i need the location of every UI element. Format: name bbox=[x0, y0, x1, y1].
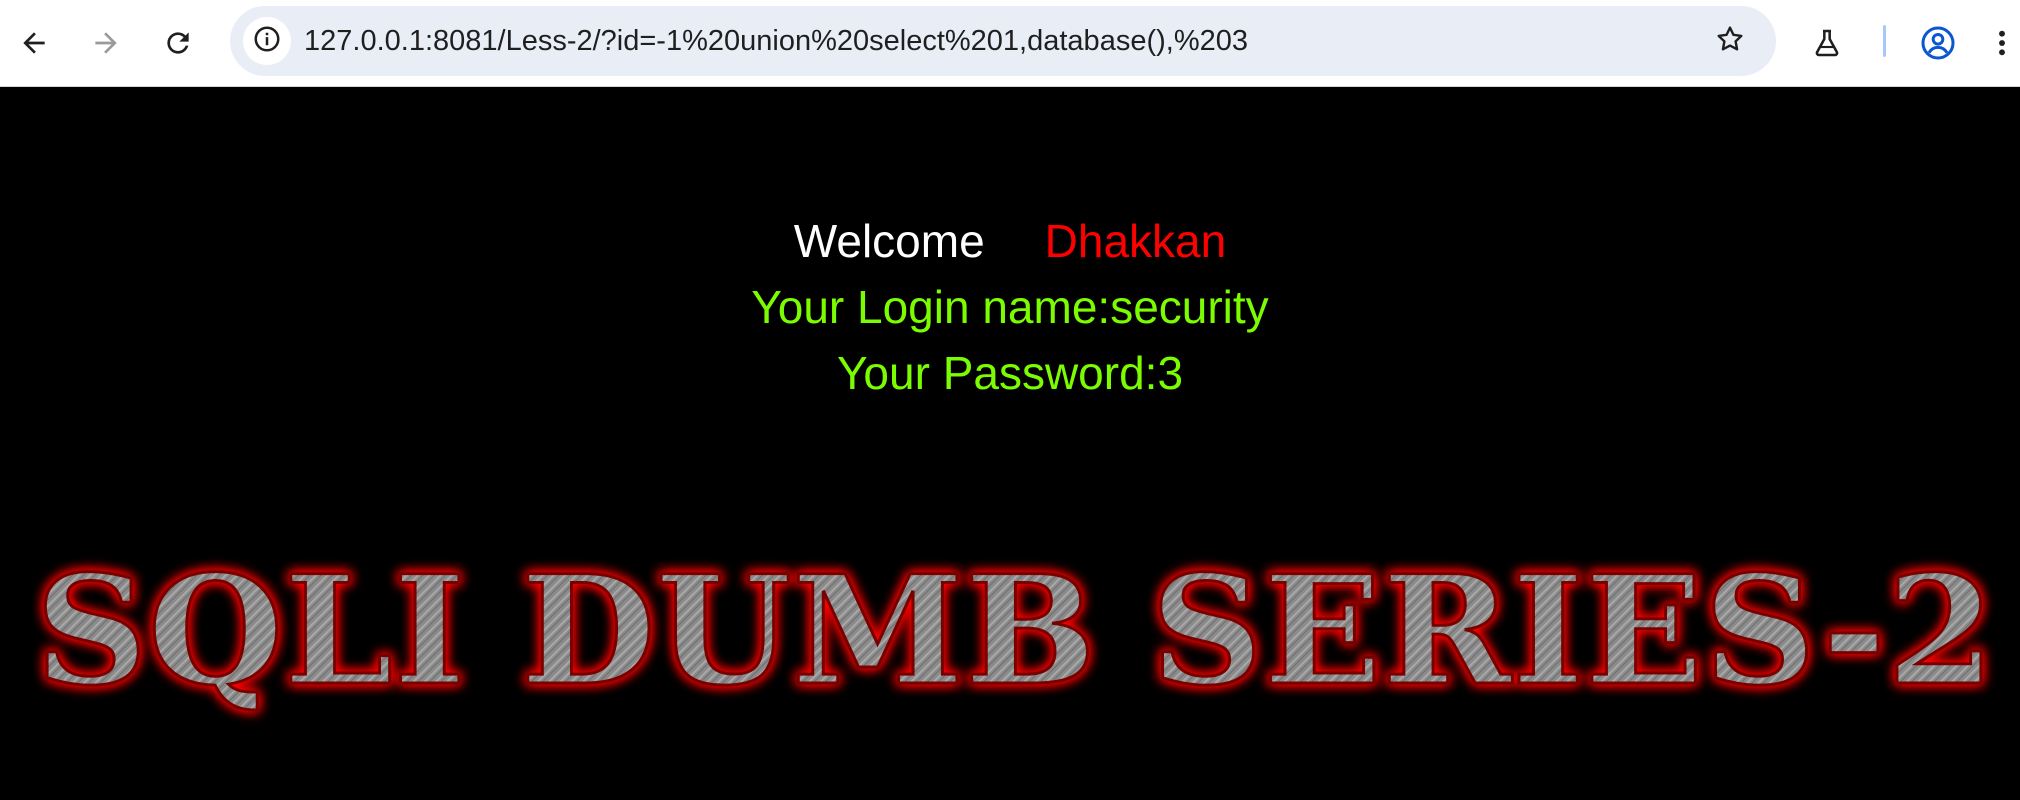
reload-button[interactable] bbox=[149, 14, 207, 72]
welcome-text: Welcome bbox=[793, 215, 985, 267]
browser-toolbar: 127.0.0.1:8081/Less-2/?id=-1%20union%20s… bbox=[0, 0, 2020, 87]
arrow-right-icon bbox=[90, 27, 122, 59]
site-info-button[interactable] bbox=[243, 17, 291, 65]
login-name-text: Your Login name:security bbox=[751, 281, 1269, 333]
reload-icon bbox=[162, 27, 194, 59]
labs-button[interactable] bbox=[1798, 14, 1856, 72]
bookmark-button[interactable] bbox=[1706, 17, 1754, 65]
welcome-name: Dhakkan bbox=[1044, 215, 1227, 267]
welcome-line: Welcome Dhakkan bbox=[0, 214, 2020, 268]
url-text[interactable]: 127.0.0.1:8081/Less-2/?id=-1%20union%20s… bbox=[304, 6, 1248, 76]
address-bar[interactable]: 127.0.0.1:8081/Less-2/?id=-1%20union%20s… bbox=[230, 6, 1776, 76]
toolbar-divider bbox=[1883, 25, 1886, 57]
password-text: Your Password:3 bbox=[836, 347, 1184, 399]
page-content: Welcome Dhakkan Your Login name:security … bbox=[0, 88, 2020, 800]
star-icon bbox=[1714, 23, 1746, 60]
flask-icon bbox=[1811, 27, 1843, 59]
arrow-left-icon bbox=[18, 27, 50, 59]
banner-title: SQLI DUMB SERIES-2 bbox=[35, 543, 1995, 719]
menu-button[interactable] bbox=[1985, 14, 2019, 72]
back-button[interactable] bbox=[5, 14, 63, 72]
sqli-banner: SQLI DUMB SERIES-2 bbox=[34, 542, 1997, 721]
account-circle-icon bbox=[1920, 25, 1956, 61]
info-icon bbox=[252, 24, 282, 59]
profile-button[interactable] bbox=[1909, 14, 1967, 72]
more-vert-icon bbox=[1996, 27, 2008, 59]
forward-button[interactable] bbox=[77, 14, 135, 72]
